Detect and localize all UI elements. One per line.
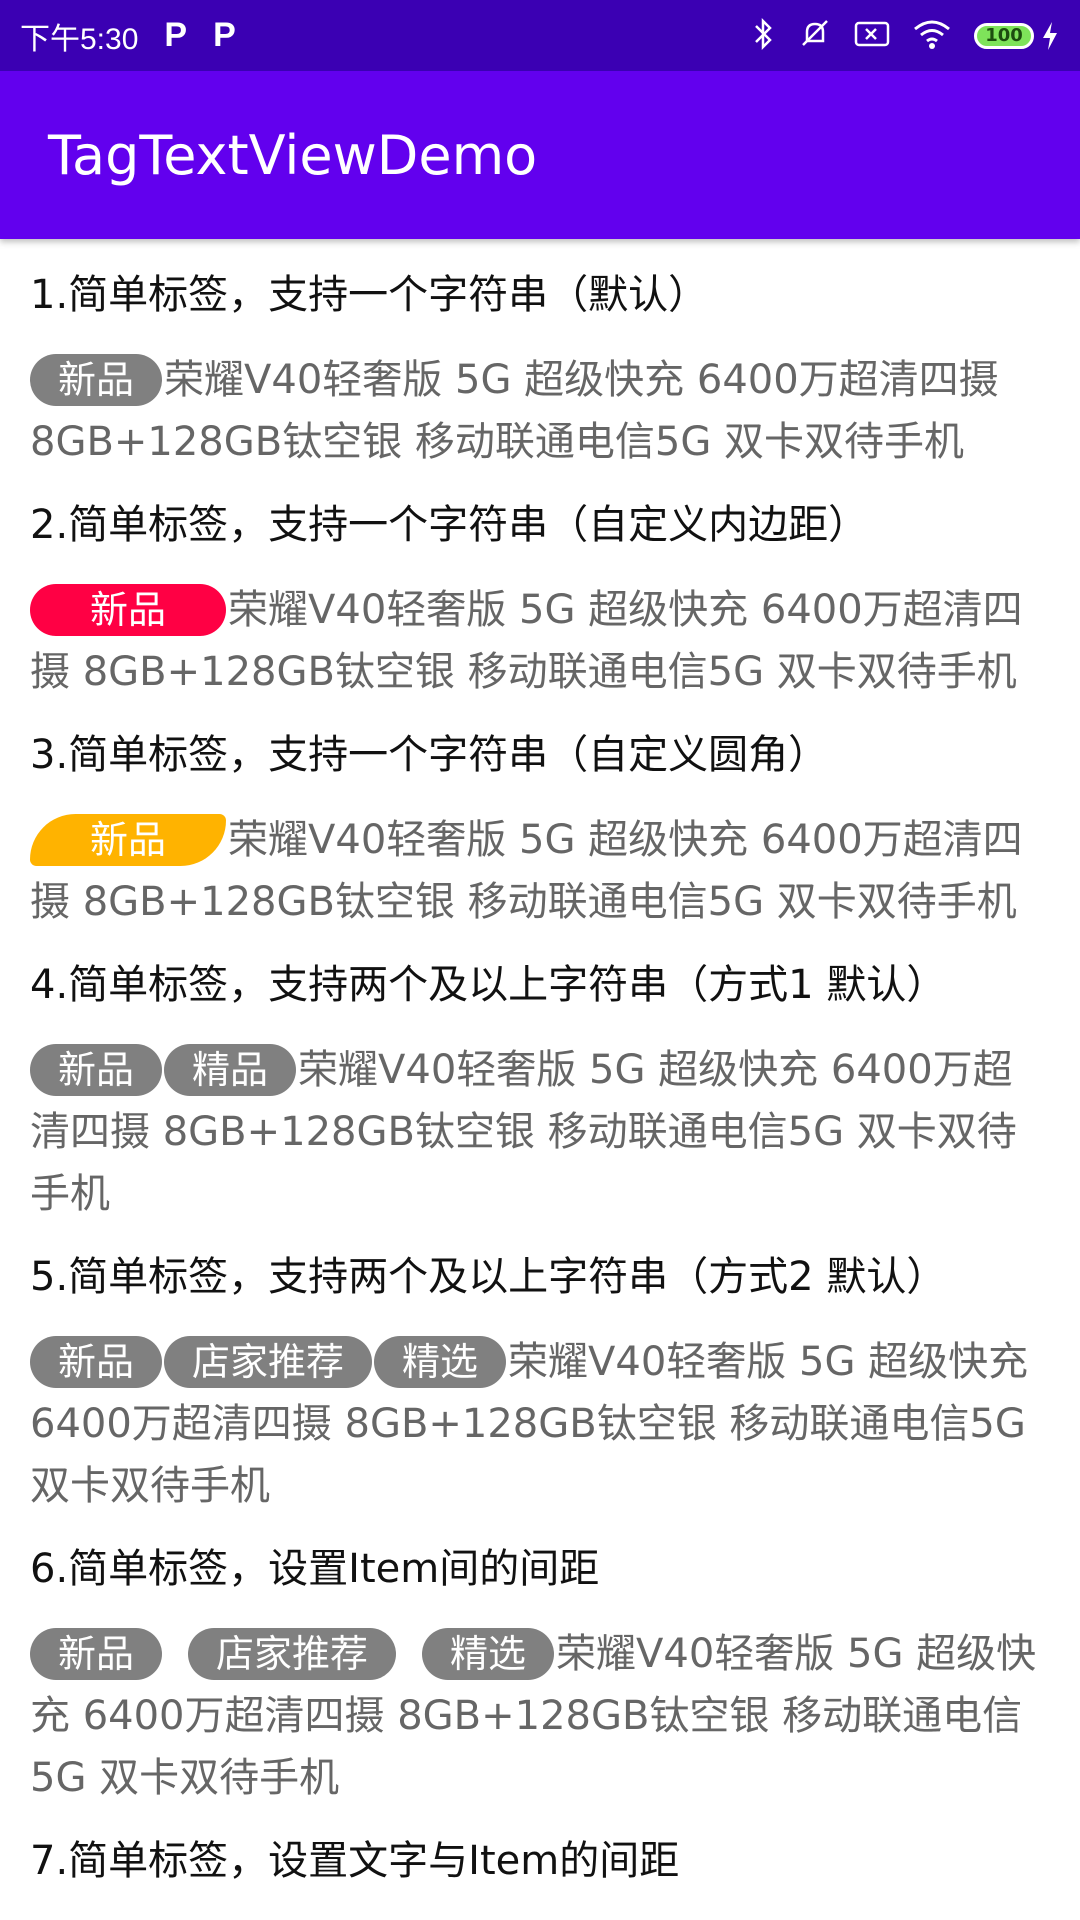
app-bar: TagTextViewDemo bbox=[0, 71, 1080, 239]
status-icons: 100 bbox=[752, 17, 1060, 55]
section-title-5: 5.简单标签，支持两个及以上字符串（方式2 默认） bbox=[30, 1254, 947, 1300]
tag: 精选 bbox=[422, 1628, 555, 1680]
app-title: TagTextViewDemo bbox=[48, 123, 538, 187]
tag: 新品 bbox=[30, 584, 227, 636]
tag: 新品 bbox=[30, 1628, 163, 1680]
tag: 店家推荐 bbox=[188, 1628, 397, 1680]
tag: 新品 bbox=[30, 1336, 163, 1388]
section-title-4: 4.简单标签，支持两个及以上字符串（方式1 默认） bbox=[30, 962, 947, 1008]
mute-icon bbox=[798, 17, 832, 55]
tag: 新品 bbox=[30, 814, 227, 866]
tag: 精选 bbox=[374, 1336, 507, 1388]
status-bar: 下午5:30 P P 100 bbox=[0, 0, 1080, 71]
wifi-icon bbox=[912, 18, 952, 54]
section-title-2: 2.简单标签，支持一个字符串（自定义内边距） bbox=[30, 502, 869, 548]
p-icon: P bbox=[213, 16, 236, 54]
p-icon: P bbox=[164, 16, 188, 54]
section-title-1: 1.简单标签，支持一个字符串（默认） bbox=[30, 272, 709, 318]
tag: 新品 bbox=[30, 354, 163, 406]
tag-text-view-5: 新品 店家推荐 精选 荣耀V40轻奢版 5G 超级快充 6400万超清四摄 8GB+1… bbox=[30, 1331, 1050, 1517]
tag-text-view-4: 新品 精品 荣耀V40轻奢版 5G 超级快充 6400万超清四摄 8GB+128GB… bbox=[30, 1039, 1050, 1225]
battery-level: 100 bbox=[974, 22, 1034, 49]
tag: 店家推荐 bbox=[164, 1336, 373, 1388]
content-scroll[interactable]: 1.简单标签，支持一个字符串（默认） 新品 荣耀V40轻奢版 5G 超级快充 64… bbox=[0, 239, 1080, 1889]
tag-text-view-3: 新品 荣耀V40轻奢版 5G 超级快充 6400万超清四摄 8GB+128GB钛空… bbox=[30, 809, 1050, 933]
section-title-6: 6.简单标签，设置Item间的间距 bbox=[30, 1546, 600, 1592]
tag: 新品 bbox=[30, 1044, 163, 1096]
section-title-3: 3.简单标签，支持一个字符串（自定义圆角） bbox=[30, 732, 829, 778]
status-time: 下午5:30 bbox=[20, 22, 139, 56]
battery-icon: 100 bbox=[974, 20, 1060, 52]
section-title-7: 7.简单标签，设置文字与Item的间距 bbox=[30, 1838, 680, 1884]
sim-icon bbox=[854, 20, 890, 52]
product-text: 荣耀V40轻奢版 5G 超级快充 6400万超清四摄 8GB+128GB钛空银 … bbox=[30, 357, 999, 465]
tag-text-view-2: 新品 荣耀V40轻奢版 5G 超级快充 6400万超清四摄 8GB+128GB钛空… bbox=[30, 579, 1050, 703]
tag: 精品 bbox=[164, 1044, 297, 1096]
charging-icon bbox=[1043, 21, 1057, 50]
tag-text-view-1: 新品 荣耀V40轻奢版 5G 超级快充 6400万超清四摄 8GB+128GB钛空… bbox=[30, 349, 1050, 473]
tag-text-view-6: 新品 店家推荐 精选 荣耀V40轻奢版 5G 超级快充 6400万超清四摄 8GB+1… bbox=[30, 1623, 1050, 1809]
bluetooth-icon bbox=[752, 17, 776, 55]
